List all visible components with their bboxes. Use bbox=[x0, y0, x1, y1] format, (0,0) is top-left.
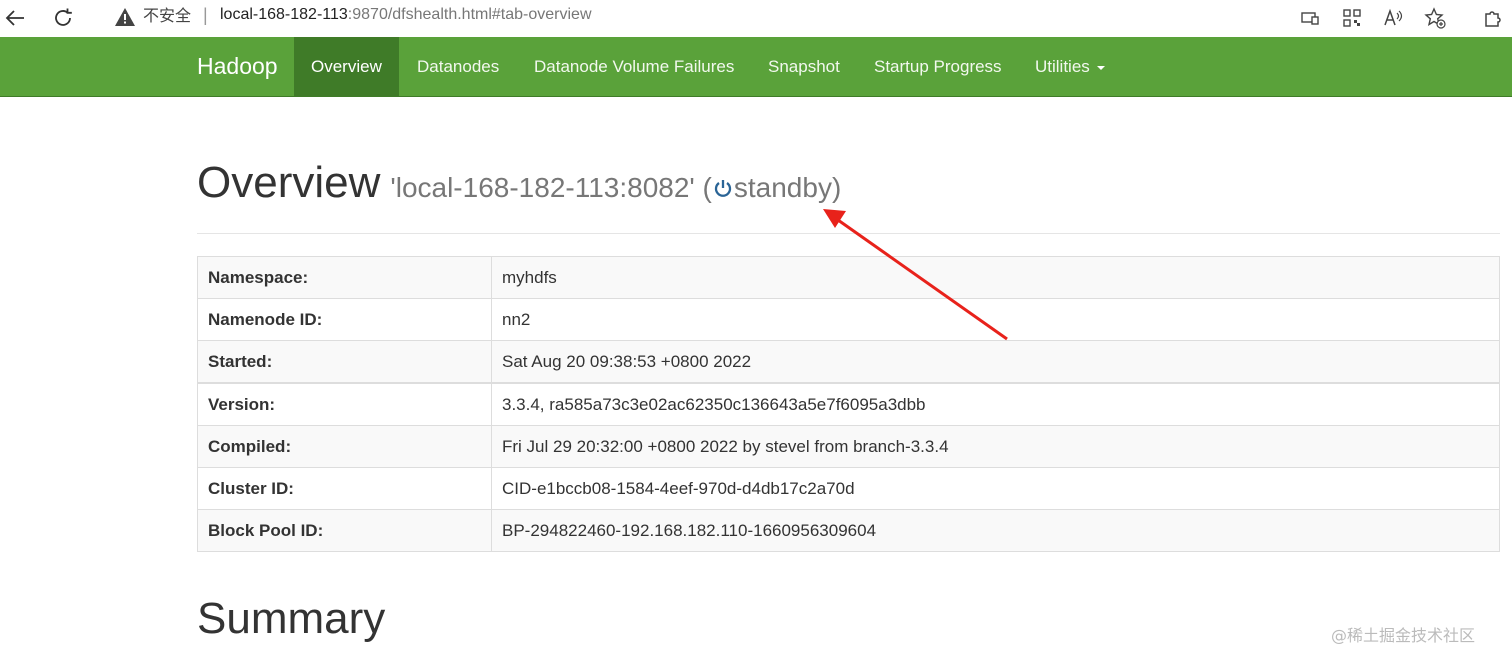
row-key: Cluster ID: bbox=[197, 467, 492, 510]
app-available-icon[interactable] bbox=[1297, 5, 1323, 31]
row-key: Started: bbox=[197, 340, 492, 384]
address-bar-url[interactable]: local-168-182-113:9870/dfshealth.html#ta… bbox=[220, 5, 592, 25]
warning-icon[interactable] bbox=[114, 6, 136, 28]
row-key: Namespace: bbox=[197, 256, 492, 299]
reload-icon bbox=[55, 8, 72, 26]
nav-tab-overview[interactable]: Overview bbox=[294, 37, 399, 96]
namenode-address: 'local-168-182-113:8082' ( bbox=[390, 172, 712, 203]
summary-heading: Summary bbox=[197, 594, 386, 643]
table-row: Started: Sat Aug 20 09:38:53 +0800 2022 bbox=[197, 340, 1500, 384]
row-value: myhdfs bbox=[491, 256, 1500, 299]
table-row: Cluster ID: CID-e1bccb08-1584-4eef-970d-… bbox=[197, 467, 1500, 510]
extensions-icon[interactable] bbox=[1480, 5, 1506, 31]
page-header: Overview 'local-168-182-113:8082' ( standb… bbox=[197, 158, 841, 208]
address-separator: | bbox=[203, 5, 208, 25]
row-key: Block Pool ID: bbox=[197, 509, 492, 552]
nav-tab-datanodes[interactable]: Datanodes bbox=[400, 37, 516, 96]
table-row: Block Pool ID: BP-294822460-192.168.182.… bbox=[197, 509, 1500, 552]
utilities-label: Utilities bbox=[1035, 57, 1090, 76]
namenode-subtitle: 'local-168-182-113:8082' ( standby) bbox=[390, 172, 841, 203]
nav-tab-datanode-volume-failures[interactable]: Datanode Volume Failures bbox=[517, 37, 751, 96]
row-value: CID-e1bccb08-1584-4eef-970d-d4db17c2a70d bbox=[491, 467, 1500, 510]
qr-code-icon[interactable] bbox=[1339, 5, 1365, 31]
read-aloud-icon[interactable] bbox=[1381, 5, 1407, 31]
overview-table: Namespace: myhdfs Namenode ID: nn2 Start… bbox=[197, 256, 1500, 552]
row-key: Compiled: bbox=[197, 425, 492, 468]
annotation-arrow-head bbox=[823, 209, 846, 228]
browser-toolbar: 不安全 | local-168-182-113:9870/dfshealth.h… bbox=[0, 0, 1512, 38]
back-arrow-icon bbox=[5, 10, 24, 26]
row-value: nn2 bbox=[491, 298, 1500, 341]
reload-button[interactable] bbox=[48, 3, 78, 33]
row-value: 3.3.4, ra585a73c3e02ac62350c136643a5e7f6… bbox=[491, 382, 1500, 426]
nav-tab-startup-progress[interactable]: Startup Progress bbox=[857, 37, 1019, 96]
header-divider bbox=[197, 233, 1500, 234]
security-status-label[interactable]: 不安全 bbox=[143, 6, 191, 26]
favorite-star-icon[interactable] bbox=[1422, 5, 1448, 31]
nav-tab-snapshot[interactable]: Snapshot bbox=[751, 37, 857, 96]
ha-state: standby bbox=[733, 172, 832, 203]
row-value: Fri Jul 29 20:32:00 +0800 2022 by stevel… bbox=[491, 425, 1500, 468]
back-button[interactable] bbox=[0, 3, 30, 33]
brand-logo-text[interactable]: Hadoop bbox=[197, 37, 278, 96]
table-row: Namespace: myhdfs bbox=[197, 256, 1500, 299]
power-icon bbox=[714, 180, 732, 197]
watermark-text: @稀土掘金技术社区 bbox=[1331, 626, 1476, 645]
row-value: Sat Aug 20 09:38:53 +0800 2022 bbox=[491, 340, 1500, 384]
table-row: Compiled: Fri Jul 29 20:32:00 +0800 2022… bbox=[197, 425, 1500, 468]
row-value: BP-294822460-192.168.182.110-16609563096… bbox=[491, 509, 1500, 552]
top-navbar: Hadoop Overview Datanodes Datanode Volum… bbox=[0, 37, 1512, 97]
table-row: Version: 3.3.4, ra585a73c3e02ac62350c136… bbox=[197, 382, 1500, 426]
caret-down-icon bbox=[1096, 65, 1105, 70]
nav-menu-utilities[interactable]: Utilities bbox=[1018, 37, 1122, 96]
subtitle-close-paren: ) bbox=[831, 172, 842, 203]
page-title: Overview bbox=[197, 158, 381, 207]
url-path: :9870/dfshealth.html#tab-overview bbox=[347, 6, 592, 23]
row-key: Namenode ID: bbox=[197, 298, 492, 341]
url-host: local-168-182-113 bbox=[220, 6, 348, 23]
table-row: Namenode ID: nn2 bbox=[197, 298, 1500, 341]
row-key: Version: bbox=[197, 382, 492, 426]
